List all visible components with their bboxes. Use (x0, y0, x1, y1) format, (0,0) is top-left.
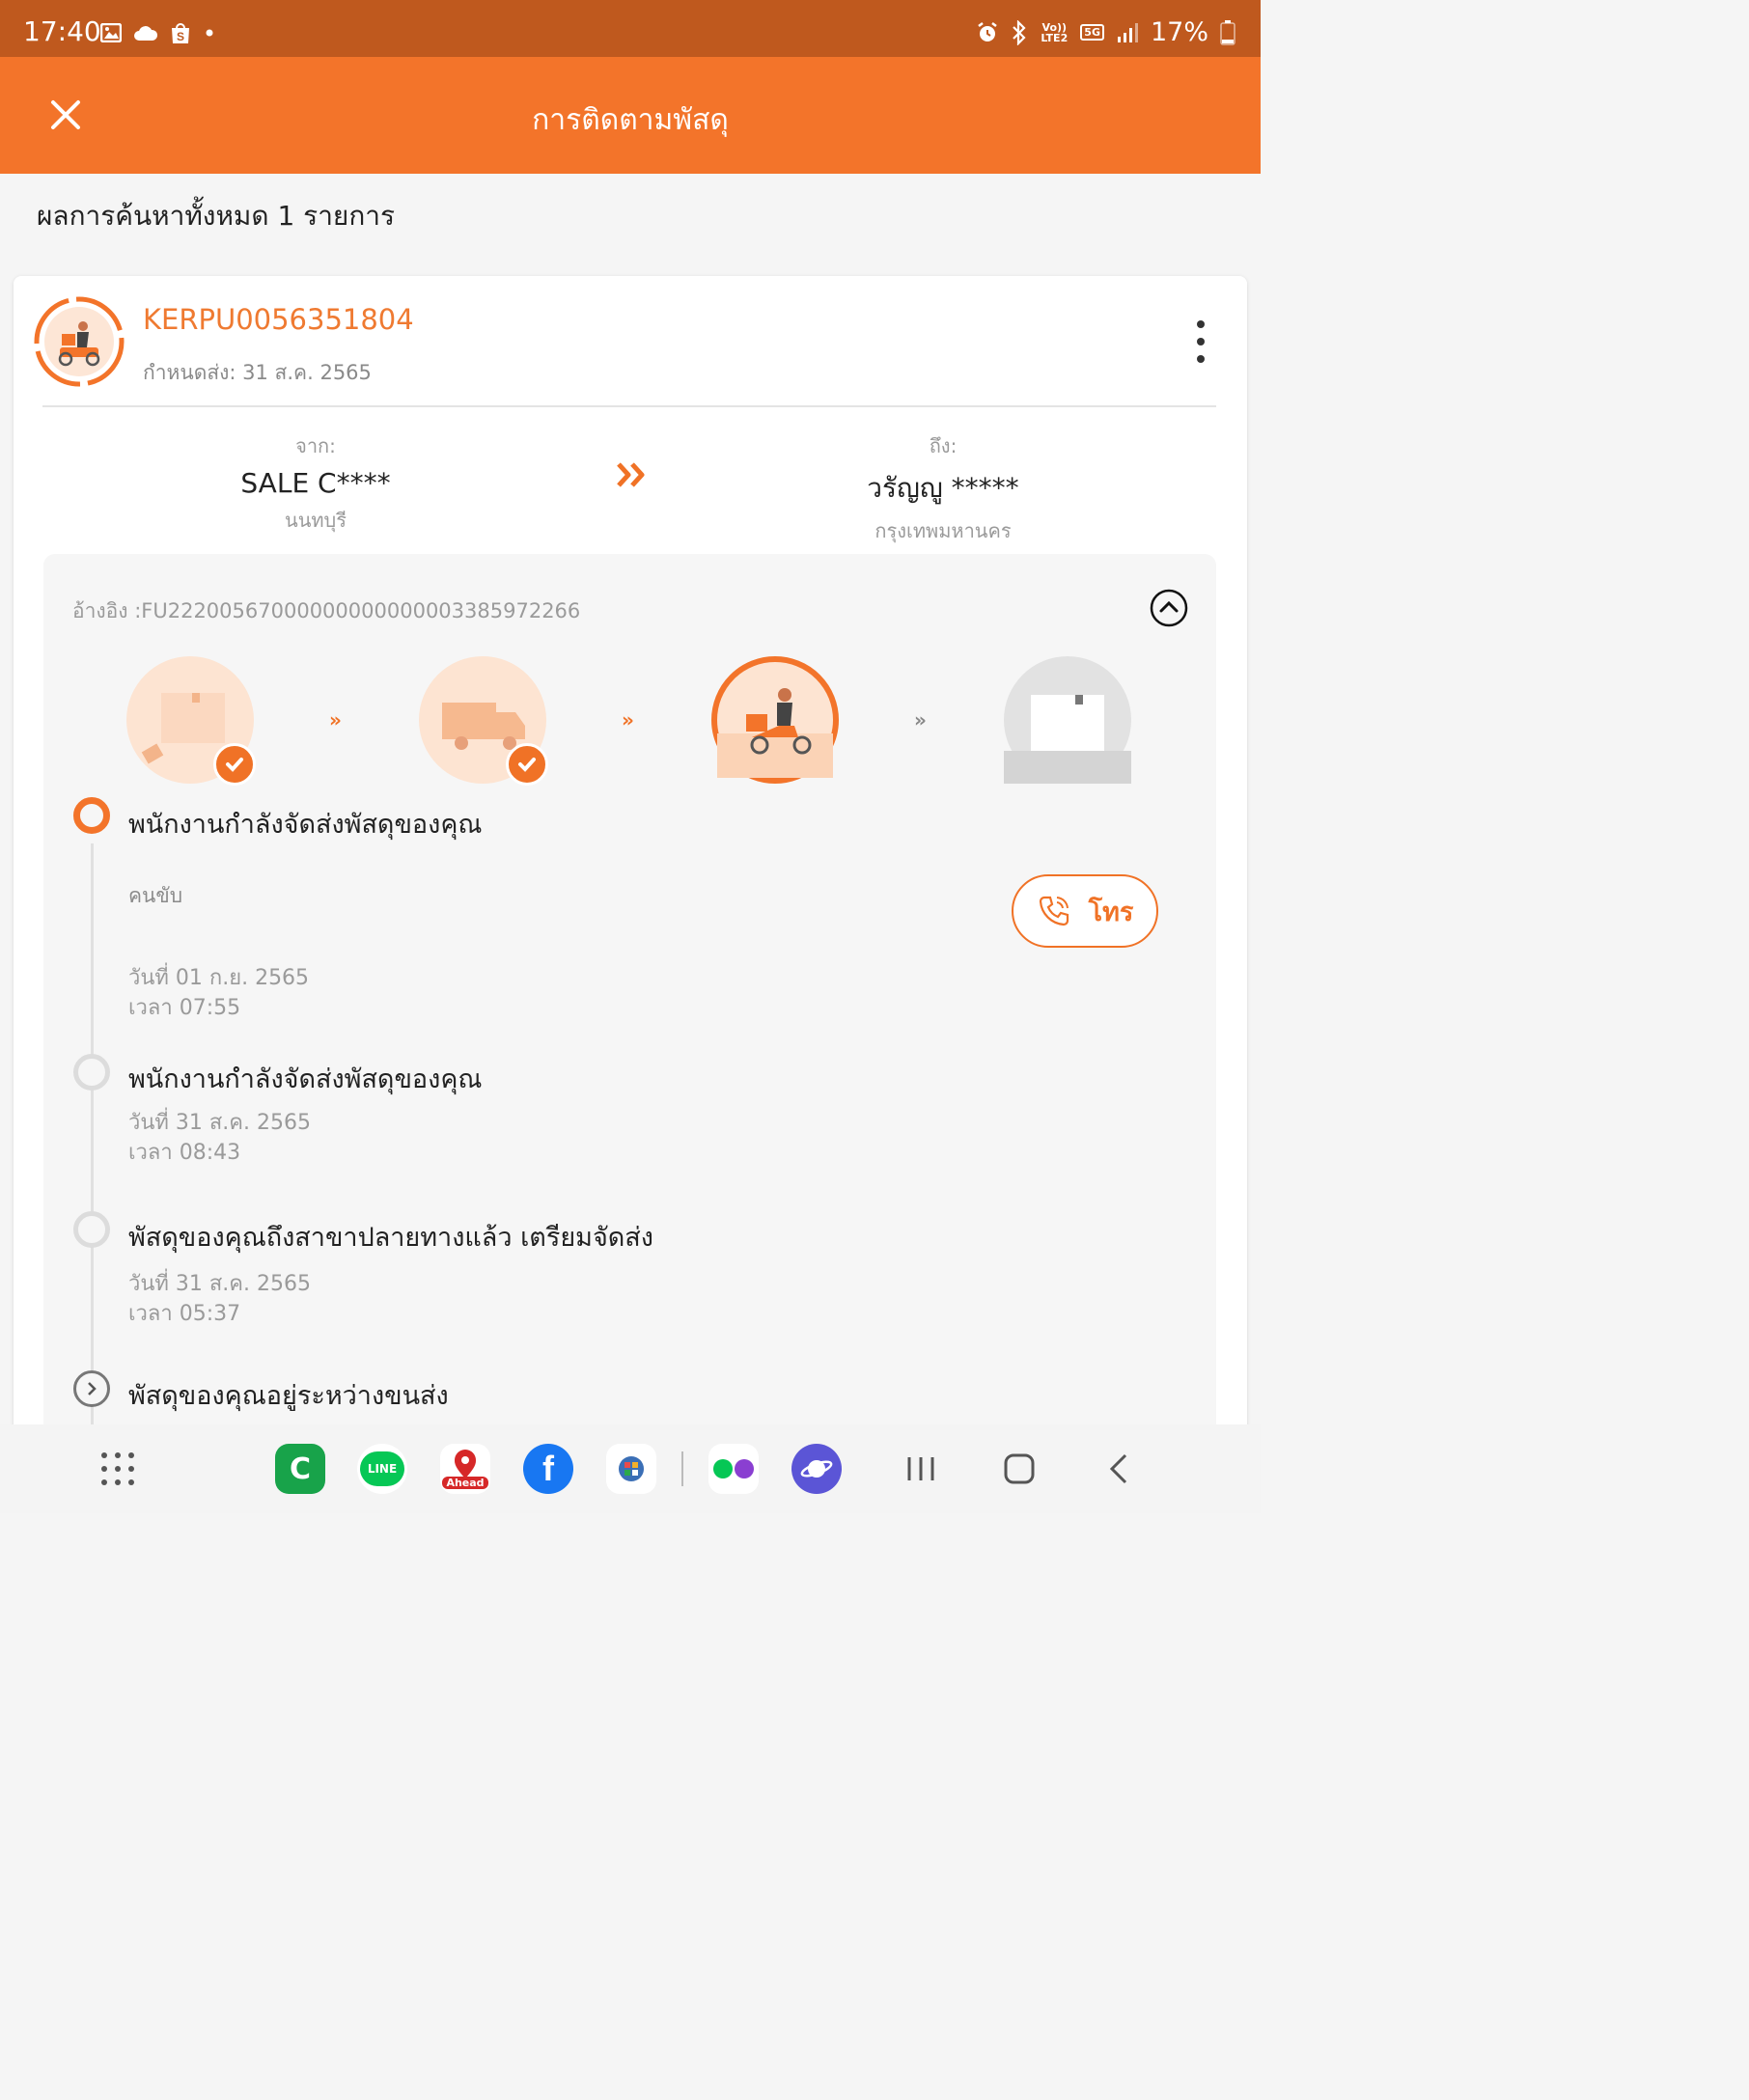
nav-divider (681, 1451, 683, 1486)
call-button[interactable]: โทร (1012, 874, 1158, 948)
timeline-title: พัสดุของคุณอยู่ระหว่างขนส่ง (128, 1381, 449, 1411)
step-received (126, 656, 256, 786)
driver-label: คนขับ (128, 884, 183, 907)
timeline-date: วันที่ 01 ก.ย. 2565 (128, 966, 310, 990)
network-type: 5G (1080, 24, 1104, 41)
battery-percent: 17% (1150, 17, 1208, 47)
line-pair-icon[interactable] (708, 1444, 759, 1494)
timeline-date: วันที่ 31 ส.ค. 2565 (128, 1272, 311, 1296)
delivered-box-icon (1004, 695, 1131, 784)
timeline-expand-button[interactable] (73, 1370, 110, 1407)
step-separator: » (622, 708, 634, 732)
receiver-name: วรัญญู ***** (867, 472, 1019, 504)
step-separator: » (914, 708, 927, 732)
check-icon (213, 743, 256, 786)
cloud-icon (134, 26, 158, 41)
apps-grid-icon (101, 1452, 134, 1485)
to-label: ถึง: (929, 434, 958, 457)
app-bar: การติดตามพัสดุ (0, 57, 1261, 174)
timeline-dot (73, 1054, 110, 1091)
check-icon (506, 743, 548, 786)
back-button[interactable] (1095, 1444, 1145, 1494)
internet-icon[interactable] (791, 1444, 842, 1494)
sender-info: จาก: SALE C**** นนทบุรี (161, 430, 470, 536)
recents-icon (907, 1457, 934, 1480)
lte-indicator: Vo)) LTE2 (1041, 20, 1069, 44)
bottom-nav-bar: C LINE Ahead f (0, 1424, 1261, 1513)
timeline-time: เวลา 07:55 (128, 996, 241, 1020)
gallery-icon (100, 23, 122, 42)
home-button[interactable] (994, 1444, 1044, 1494)
timeline-title: พัสดุของคุณถึงสาขาปลายทางแล้ว เตรียมจัดส… (128, 1223, 653, 1253)
timeline-title: พนักงานกำลังจัดส่งพัสดุของคุณ (128, 1064, 483, 1094)
step-delivered (1004, 656, 1131, 784)
more-options-button[interactable] (1191, 320, 1210, 363)
svg-text:S: S (177, 30, 184, 43)
facebook-icon[interactable]: f (523, 1444, 573, 1494)
tracking-panel: อ้างอิง :FU22200567000000000000003385972… (43, 554, 1216, 1461)
line-icon[interactable]: LINE (357, 1444, 407, 1494)
timeline-time: เวลา 05:37 (128, 1302, 241, 1326)
home-icon (1004, 1453, 1035, 1484)
timeline-time: เวลา 08:43 (128, 1141, 241, 1165)
bluetooth-icon (1013, 19, 1026, 45)
promo-mini-icon (735, 1459, 754, 1478)
sender-name: SALE C**** (240, 467, 391, 499)
receiver-city: กรุงเทพมหานคร (874, 519, 1012, 542)
ahead-label: Ahead (442, 1476, 488, 1489)
shipment-card[interactable]: KERPU0056351804 กำหนดส่ง: 31 ส.ค. 2565 จ… (14, 276, 1247, 1461)
more-dot-icon (1197, 355, 1205, 363)
tracking-number[interactable]: KERPU0056351804 (143, 303, 414, 336)
recents-button[interactable] (896, 1444, 946, 1494)
sender-city: นนทบุรี (285, 509, 347, 532)
timeline-meta: วันที่ 01 ก.ย. 2565 เวลา 07:55 (128, 963, 309, 1023)
nt-logo-icon (619, 1456, 644, 1481)
ahead-icon[interactable]: Ahead (440, 1444, 490, 1494)
dot-icon (206, 29, 213, 37)
chevron-up-circle-icon (1150, 589, 1188, 627)
timeline-meta: วันที่ 31 ส.ค. 2565 เวลา 08:43 (128, 1108, 311, 1168)
double-chevron-right-icon (617, 462, 645, 487)
line-logo: LINE (360, 1451, 404, 1486)
rider-avatar-icon (34, 296, 125, 387)
more-dot-icon (1197, 320, 1205, 328)
chevron-right-icon (88, 1382, 97, 1395)
phone-icon (1039, 896, 1069, 926)
nt-app-icon[interactable] (606, 1444, 656, 1494)
timeline-line (91, 843, 94, 1461)
search-summary: ผลการค้นหาทั้งหมด 1 รายการ (37, 200, 396, 232)
reference-number: อ้างอิง :FU22200567000000000000003385972… (72, 599, 581, 622)
c-app-icon[interactable]: C (275, 1444, 325, 1494)
back-icon (1109, 1453, 1127, 1484)
more-dot-icon (1197, 338, 1205, 345)
timeline-title: พนักงานกำลังจัดส่งพัสดุของคุณ (128, 810, 483, 840)
from-label: จาก: (295, 434, 336, 457)
line-mini-icon (713, 1459, 733, 1478)
status-time: 17:40 (23, 15, 101, 47)
timeline-meta: วันที่ 31 ส.ค. 2565 เวลา 05:37 (128, 1269, 311, 1329)
planet-icon (800, 1460, 833, 1478)
shopee-icon: S (172, 23, 189, 43)
call-label: โทร (1088, 897, 1134, 927)
shipment-status-avatar (33, 295, 125, 388)
alarm-icon (978, 21, 998, 41)
due-date: กำหนดส่ง: 31 ส.ค. 2565 (143, 361, 372, 384)
collapse-button[interactable] (1150, 589, 1188, 627)
divider (42, 405, 1216, 407)
step-in-transit (419, 656, 548, 786)
timeline-dot (73, 1211, 110, 1248)
status-bar: 17:40 S Vo)) LTE2 5G 17% (0, 0, 1261, 57)
map-pin-icon (455, 1449, 476, 1478)
signal-icon (1117, 22, 1138, 42)
receiver-info: ถึง: วรัญญู ***** กรุงเทพมหานคร (789, 430, 1097, 546)
step-out-for-delivery (711, 656, 839, 784)
timeline-dot-current (73, 797, 110, 834)
apps-grid-button[interactable] (93, 1444, 143, 1494)
delivery-rider-icon (717, 688, 833, 778)
page-title: การติดตามพัสดุ (532, 103, 729, 137)
timeline-date: วันที่ 31 ส.ค. 2565 (128, 1111, 311, 1135)
step-separator: » (329, 708, 342, 732)
battery-icon (1220, 19, 1235, 45)
